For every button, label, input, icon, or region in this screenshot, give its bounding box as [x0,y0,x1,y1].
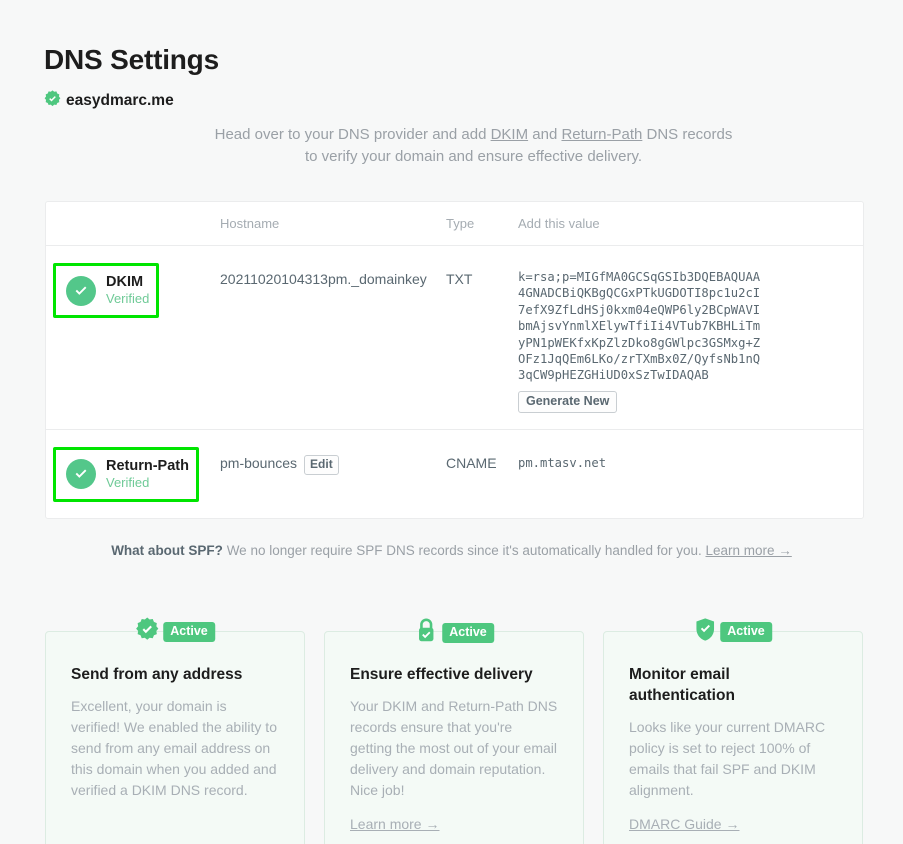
card-title: Send from any address [71,666,243,683]
card-title: Monitor email authentication [629,666,735,704]
card-body: Looks like your current DMARC policy is … [629,719,826,798]
dkim-status-cell: DKIM Verified [46,263,220,413]
return-path-hostname-cell: pm-bounces Edit [220,447,446,502]
dkim-status-badge: Verified [106,291,150,306]
table-row: Return-Path Verified pm-bounces Edit CNA… [46,430,863,518]
check-circle-icon [66,275,96,306]
column-header-hostname: Hostname [220,216,280,231]
dkim-link[interactable]: DKIM [491,126,529,143]
table-header-row: Hostname Type Add this value [46,202,863,246]
dkim-value: k=rsa;p=MIGfMA0GCSqGSIb3DQEBAQUAA 4GNADC… [518,263,863,413]
feature-cards: Active Send from any address Excellent, … [45,617,863,844]
dkim-value-line: 7efX9ZfLdHSj0kxm04eQWP6ly2BCpWAVI [518,302,761,317]
card-ensure-effective-delivery: Active Ensure effective delivery Your DK… [324,618,584,844]
return-path-record-name: Return-Path [106,457,189,474]
dkim-value-line: OFz1JqQEm6LKo/zrTXmBx0Z/QyfsNb1nQ [518,352,761,367]
dkim-value-line: 3qCW9pHEZGHiUD0xSzTwIDAQAB [518,368,709,383]
dkim-hostname: 20211020104313pm._domainkey [220,271,427,287]
table-row: DKIM Verified 20211020104313pm._domainke… [46,246,863,430]
intro-part1: Head over to your DNS provider and add [214,126,491,143]
status-badge: Active [163,621,215,642]
card-learn-more-link[interactable]: Learn more → [350,816,439,832]
page-title: DNS Settings [44,44,219,75]
card-body: Your DKIM and Return-Path DNS records en… [350,698,558,798]
card-monitor-email-authentication: Active Monitor email authentication Look… [603,618,863,844]
lock-check-icon [414,617,438,648]
dkim-status-highlight[interactable]: DKIM Verified [53,263,159,318]
return-path-type: CNAME [446,454,497,471]
card-dmarc-guide-link[interactable]: DMARC Guide → [629,816,739,832]
dkim-record-name: DKIM [106,274,144,290]
edit-hostname-button[interactable]: Edit [304,454,339,475]
intro-part2: and [528,126,562,143]
spf-note-lead: What about SPF? [111,543,223,558]
return-path-status-cell: Return-Path Verified [46,446,220,502]
generate-new-button[interactable]: Generate New [518,390,618,413]
page-header: DNS Settings easydmarc.me Head over to y… [0,0,903,168]
column-header-value: Add this value [518,216,600,231]
verified-badge-icon [135,617,159,646]
return-path-link[interactable]: Return-Path [561,126,642,143]
shield-check-icon [694,617,716,647]
dns-records-table: Hostname Type Add this value DKIM Verifi… [45,201,864,519]
card-send-from-any-address: Active Send from any address Excellent, … [45,617,305,844]
domain-row: easydmarc.me [44,90,903,112]
dkim-value-line: 4GNADCBiQKBgQCGxPTkUGDOTI8pc1u2cI [518,286,761,301]
domain-name: easydmarc.me [66,92,174,109]
dns-settings-page: DNS Settings easydmarc.me Head over to y… [0,0,903,844]
dkim-value-line: bmAjsvYnmlXElywTfiIi4VTub7KBHLiTm [518,319,761,334]
card-badge: Active [694,617,772,647]
spf-note: What about SPF? We no longer require SPF… [0,543,903,558]
status-badge: Active [442,622,494,643]
status-badge: Active [720,622,772,642]
return-path-value: pm.mtasv.net [518,455,607,470]
dkim-type: TXT [446,271,473,287]
return-path-status-highlight[interactable]: Return-Path Verified [53,446,199,502]
spf-learn-more-link[interactable]: Learn more → [706,543,792,558]
spf-note-text: We no longer require SPF DNS records sin… [222,543,706,558]
card-badge: Active [414,617,494,648]
intro-text: Head over to your DNS provider and add D… [214,124,734,168]
return-path-status-text: Return-Path Verified [106,458,189,491]
card-title: Ensure effective delivery [350,666,533,683]
dkim-value-line: k=rsa;p=MIGfMA0GCSqGSIb3DQEBAQUAA [518,270,761,284]
return-path-hostname: pm-bounces [220,454,298,471]
card-badge: Active [135,617,215,646]
verified-badge-icon [44,90,61,112]
dkim-status-text: DKIM Verified [106,274,149,307]
check-circle-icon [66,459,96,490]
dkim-value-line: yPN1pWEKfxKpZlzDko8gGWlpc3GSMxg+Z [518,335,761,350]
return-path-status-badge: Verified [106,474,150,490]
column-header-type: Type [446,216,475,231]
card-body: Excellent, your domain is verified! We e… [71,698,277,798]
